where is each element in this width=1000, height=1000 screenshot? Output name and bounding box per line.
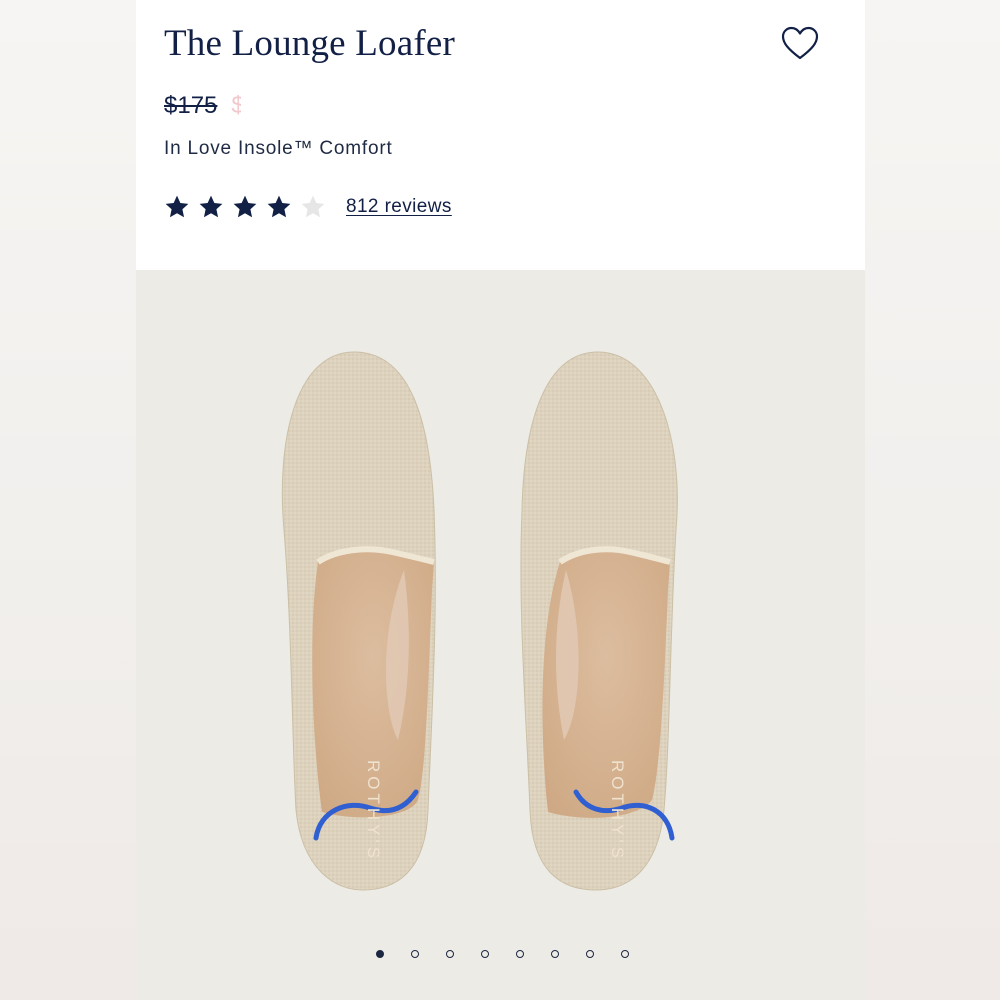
left-backdrop [0, 0, 136, 1000]
carousel-dots [136, 944, 865, 964]
product-title: The Lounge Loafer [164, 23, 456, 64]
product-image[interactable]: ROTHY'S ROTHY'S [136, 270, 865, 1000]
carousel-dot[interactable] [516, 950, 524, 958]
product-info: The Lounge Loafer $175 $ In Love Insole™ … [136, 0, 865, 270]
carousel-dot[interactable] [551, 950, 559, 958]
carousel-dot[interactable] [411, 950, 419, 958]
star-filled-icon [267, 195, 291, 218]
star-filled-icon [199, 195, 223, 218]
price-row: $175 $ [164, 92, 241, 124]
original-price: $175 [164, 92, 218, 119]
right-backdrop [865, 0, 1000, 1000]
feature-text: In Love Insole™ Comfort [164, 138, 393, 159]
heart-outline-icon[interactable] [780, 26, 820, 62]
carousel-dot[interactable] [446, 950, 454, 958]
sale-price: $ [231, 92, 242, 119]
product-page: The Lounge Loafer $175 $ In Love Insole™ … [136, 0, 865, 1000]
reviews-link[interactable]: 812 reviews [346, 196, 452, 218]
rating-row: 812 reviews [164, 192, 452, 222]
carousel-dot[interactable] [586, 950, 594, 958]
right-loafer: ROTHY'S [520, 351, 678, 891]
loafer-pair-image: ROTHY'S ROTHY'S [281, 351, 678, 891]
star-filled-icon [165, 195, 189, 218]
carousel-dot[interactable] [621, 950, 629, 958]
brand-mark-left: ROTHY'S [364, 760, 383, 862]
star-rating [164, 194, 334, 220]
brand-mark-right: ROTHY'S [608, 760, 627, 862]
star-empty-icon [301, 195, 325, 218]
carousel-dot[interactable] [481, 950, 489, 958]
star-filled-icon [233, 195, 257, 218]
left-loafer: ROTHY'S [281, 351, 436, 891]
carousel-dot[interactable] [376, 950, 384, 958]
